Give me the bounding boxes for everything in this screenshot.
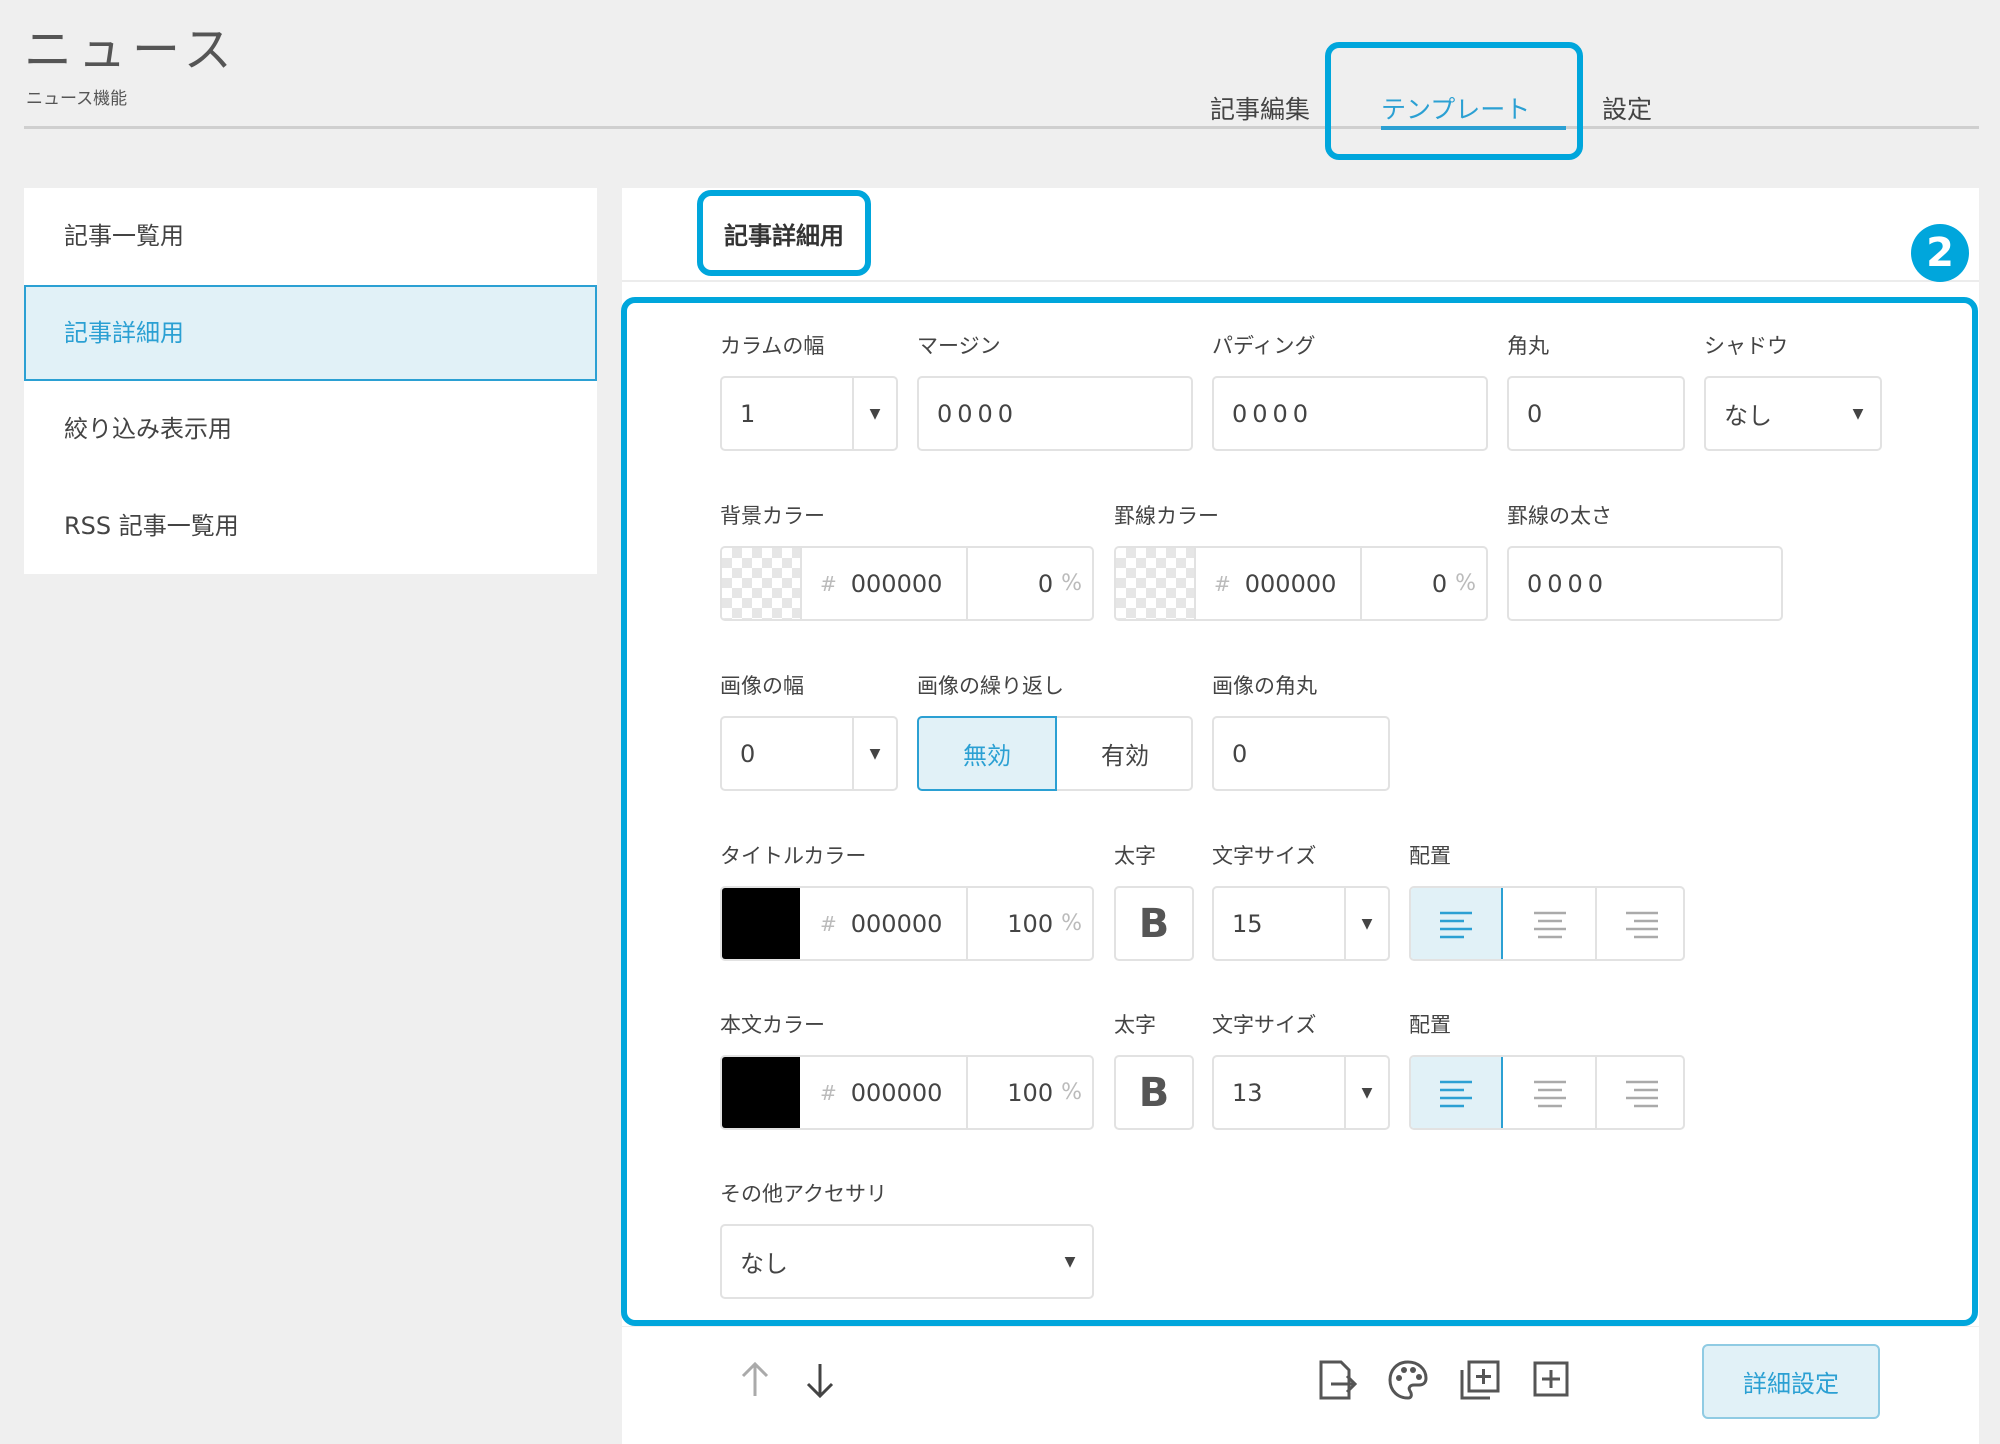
add-icon[interactable] [1530, 1358, 1574, 1402]
export-icon[interactable] [1315, 1358, 1359, 1402]
highlight-frame-tab [1325, 42, 1583, 160]
page-subtitle: ニュース機能 [26, 89, 128, 109]
sidebar-item-article-detail[interactable]: 記事詳細用 [24, 285, 597, 381]
sidebar-item-filter-display[interactable]: 絞り込み表示用 [24, 381, 597, 477]
header-divider [24, 126, 1979, 129]
detail-settings-button[interactable]: 詳細設定 [1702, 1344, 1880, 1419]
step-badge: 2 [1911, 224, 1969, 282]
highlight-frame-form [621, 297, 1978, 1326]
arrow-up-icon[interactable] [737, 1360, 773, 1400]
panel-title-text: 記事詳細用 [724, 221, 844, 250]
arrow-down-icon[interactable] [802, 1360, 838, 1400]
page-title: ニュース [24, 22, 238, 78]
sidebar: 記事一覧用 記事詳細用 絞り込み表示用 RSS 記事一覧用 [24, 188, 597, 574]
panel-title: 記事詳細用 [697, 190, 871, 276]
palette-icon[interactable] [1386, 1358, 1430, 1402]
panel-header-divider [622, 280, 1979, 282]
toolbar-divider [622, 1326, 1979, 1327]
tab-article-edit[interactable]: 記事編集 [1210, 90, 1310, 126]
sidebar-item-article-list[interactable]: 記事一覧用 [24, 188, 597, 284]
duplicate-icon[interactable] [1458, 1358, 1502, 1402]
sidebar-item-rss-list[interactable]: RSS 記事一覧用 [24, 478, 597, 574]
tab-settings[interactable]: 設定 [1602, 90, 1652, 126]
